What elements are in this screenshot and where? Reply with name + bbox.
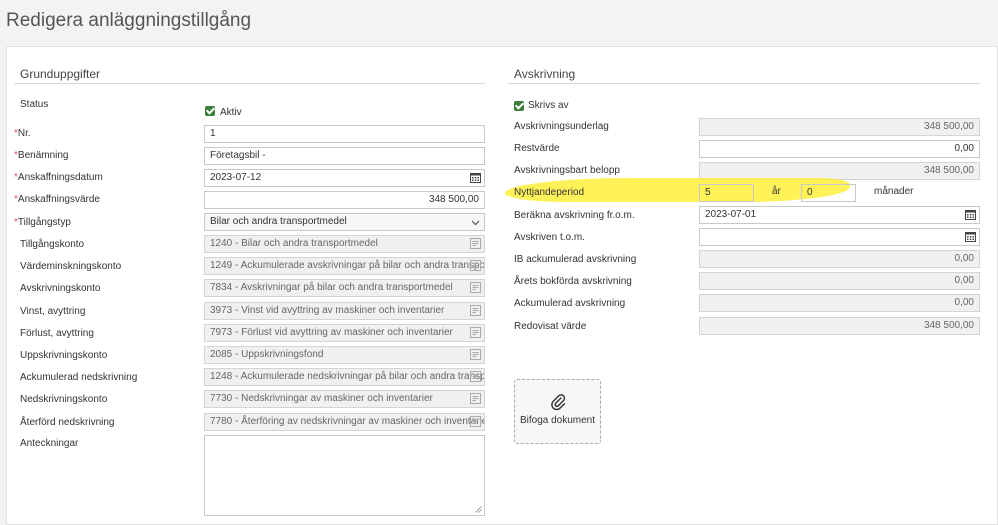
resize-handle-icon[interactable] — [475, 506, 482, 513]
nyttjandeperiod-months-input[interactable]: 0 — [801, 184, 856, 202]
tillgangstyp-select[interactable]: Bilar och andra transportmedel — [204, 213, 485, 231]
page-title: Redigera anläggningstillgång — [6, 10, 252, 31]
divider — [508, 83, 980, 84]
nyttjandeperiod-label: Nyttjandeperiod — [514, 187, 585, 198]
account-lookup-icon[interactable] — [470, 260, 481, 271]
account-field: 7730 - Nedskrivningar av maskiner och in… — [204, 390, 485, 408]
benamning-label: *Benämning — [14, 150, 69, 161]
account-field: 1248 - Ackumulerade nedskrivningar på bi… — [204, 368, 485, 386]
account-label: Tillgångskonto — [20, 239, 85, 250]
account-lookup-icon[interactable] — [470, 238, 481, 249]
nyttjandeperiod-years-input[interactable]: 5 — [699, 184, 754, 202]
redovisat-varde-label: Redovisat värde — [514, 321, 587, 332]
section-title-grunduppgifter: Grunduppgifter — [20, 67, 101, 81]
account-lookup-icon[interactable] — [470, 349, 481, 360]
avskrivningsunderlag-label: Avskrivningsunderlag — [514, 121, 609, 132]
months-unit-label: månader — [874, 186, 914, 197]
status-label: Status — [20, 99, 49, 110]
aktiv-label: Aktiv — [220, 107, 242, 118]
avskriven-tom-label: Avskriven t.o.m. — [514, 232, 585, 243]
calendar-icon[interactable] — [965, 231, 976, 242]
account-field: 3973 - Vinst vid avyttring av maskiner o… — [204, 302, 485, 320]
account-label: Förlust, avyttring — [20, 328, 94, 339]
account-value: 7730 - Nedskrivningar av maskiner och in… — [210, 393, 433, 404]
account-value: 7834 - Avskrivningar på bilar och andra … — [210, 282, 453, 293]
account-field: 7973 - Förlust vid avyttring av maskiner… — [204, 324, 485, 342]
paperclip-icon — [551, 394, 566, 411]
account-field: 1240 - Bilar och andra transportmedel — [204, 235, 485, 253]
calendar-icon[interactable] — [470, 172, 481, 183]
account-lookup-icon[interactable] — [470, 305, 481, 316]
account-lookup-icon[interactable] — [470, 282, 481, 293]
account-label: Värdeminskningskonto — [20, 261, 122, 272]
account-label: Avskrivningskonto — [20, 283, 101, 294]
account-lookup-icon[interactable] — [470, 393, 481, 404]
account-label: Nedskrivningskonto — [20, 394, 108, 405]
tillgangstyp-label: *Tillgångstyp — [14, 217, 71, 228]
account-field: 2085 - Uppskrivningsfond — [204, 346, 485, 364]
berakna-from-input[interactable]: 2023-07-01 — [699, 206, 980, 224]
avskriven-tom-input[interactable] — [699, 228, 980, 246]
account-label: Uppskrivningskonto — [20, 350, 108, 361]
account-value: 7973 - Förlust vid avyttring av maskiner… — [210, 327, 453, 338]
nr-input[interactable]: 1 — [204, 125, 485, 143]
calendar-icon[interactable] — [965, 209, 976, 220]
skrivs-av-checkbox[interactable] — [514, 101, 524, 111]
anteckningar-textarea[interactable] — [204, 435, 485, 516]
ackumulerad-label: Ackumulerad avskrivning — [514, 298, 626, 309]
anskaffningsdatum-input[interactable]: 2023-07-12 — [204, 169, 485, 187]
account-field: 7780 - Återföring av nedskrivningar av m… — [204, 413, 485, 431]
arets-bokforda-field: 0,00 — [699, 272, 980, 290]
avskrivningsunderlag-field: 348 500,00 — [699, 118, 980, 136]
benamning-input[interactable]: Företagsbil - — [204, 147, 485, 165]
nr-label: *Nr. — [14, 128, 31, 139]
avskrivningsbart-belopp-label: Avskrivningsbart belopp — [514, 165, 620, 176]
restvarde-label: Restvärde — [514, 143, 560, 154]
anskaffningsdatum-label: *Anskaffningsdatum — [14, 172, 103, 183]
account-lookup-icon[interactable] — [470, 327, 481, 338]
account-value: 1240 - Bilar och andra transportmedel — [210, 238, 378, 249]
account-lookup-icon[interactable] — [470, 416, 481, 427]
anteckningar-label: Anteckningar — [20, 438, 79, 449]
account-label: Ackumulerad nedskrivning — [20, 372, 138, 383]
anskaffningsvarde-label: *Anskaffningsvärde — [14, 194, 100, 205]
ib-ackumulerad-label: IB ackumulerad avskrivning — [514, 254, 637, 265]
attach-document-button[interactable]: Bifoga dokument — [514, 379, 601, 444]
berakna-from-label: Beräkna avskrivning fr.o.m. — [514, 210, 635, 221]
account-label: Återförd nedskrivning — [20, 417, 115, 428]
account-label: Vinst, avyttring — [20, 306, 86, 317]
ib-ackumulerad-field: 0,00 — [699, 250, 980, 268]
arets-bokforda-label: Årets bokförda avskrivning — [514, 276, 632, 287]
divider — [14, 83, 485, 84]
attach-document-label: Bifoga dokument — [519, 415, 596, 426]
section-title-avskrivning: Avskrivning — [514, 67, 576, 81]
aktiv-checkbox[interactable] — [205, 106, 215, 116]
redovisat-varde-field: 348 500,00 — [699, 317, 980, 335]
restvarde-input[interactable]: 0,00 — [699, 140, 980, 158]
account-value: 1249 - Ackumulerade avskrivningar på bil… — [210, 260, 485, 271]
account-lookup-icon[interactable] — [470, 371, 481, 382]
ackumulerad-field: 0,00 — [699, 294, 980, 312]
account-value: 3973 - Vinst vid avyttring av maskiner o… — [210, 305, 445, 316]
account-field: 1249 - Ackumulerade avskrivningar på bil… — [204, 257, 485, 275]
account-value: 2085 - Uppskrivningsfond — [210, 349, 324, 360]
years-unit-label: år — [772, 186, 781, 197]
account-value: 7780 - Återföring av nedskrivningar av m… — [210, 416, 485, 427]
account-field: 7834 - Avskrivningar på bilar och andra … — [204, 279, 485, 297]
account-value: 1248 - Ackumulerade nedskrivningar på bi… — [210, 371, 484, 382]
chevron-down-icon — [471, 220, 480, 226]
skrivs-av-label: Skrivs av — [528, 100, 569, 111]
anskaffningsvarde-input[interactable]: 348 500,00 — [204, 191, 485, 209]
